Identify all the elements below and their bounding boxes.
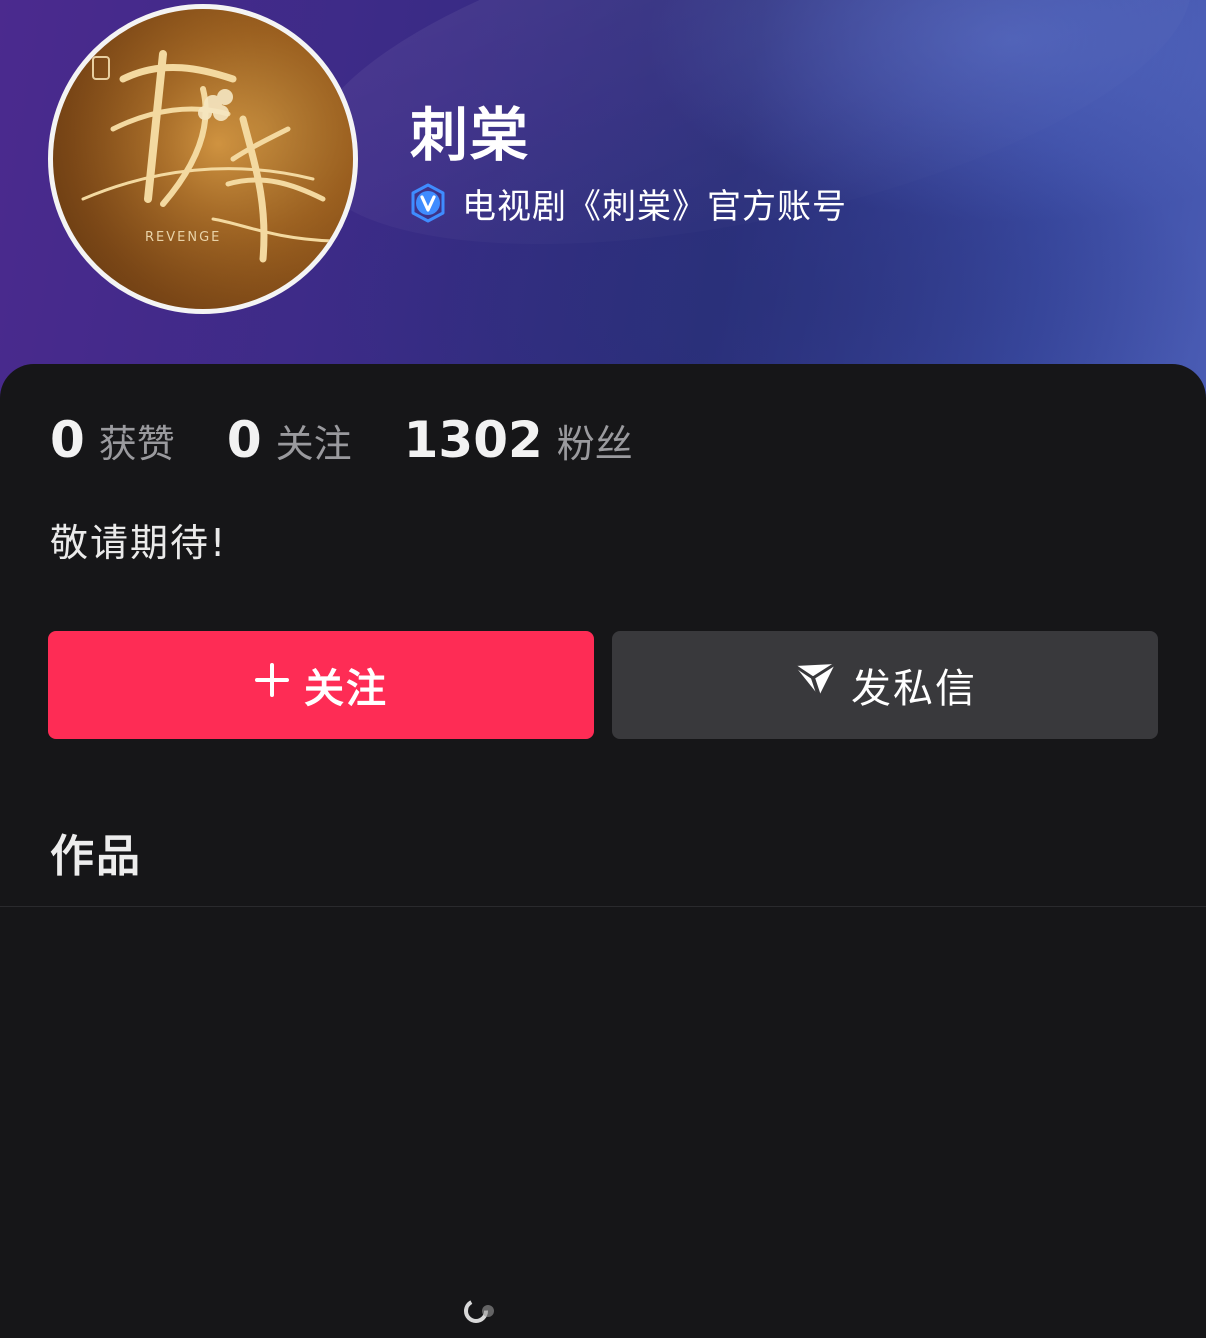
follow-button-label: 关注 <box>304 666 388 712</box>
stat-following-label: 关注 <box>275 422 352 466</box>
stat-followers-count: 1302 <box>403 411 543 469</box>
profile-panel <box>0 364 1206 1338</box>
section-divider <box>0 906 1206 907</box>
message-button[interactable]: 发私信 <box>612 631 1158 739</box>
avatar[interactable]: REVENGE <box>48 4 358 314</box>
profile-name: 刺棠 <box>410 101 531 169</box>
profile-stats: 0 获赞 0 关注 1302 粉丝 <box>50 410 685 470</box>
follow-button[interactable]: 关注 <box>48 631 594 739</box>
message-button-label: 发私信 <box>851 666 977 712</box>
stat-likes[interactable]: 0 获赞 <box>50 411 175 469</box>
works-section-title[interactable]: 作品 <box>50 820 142 884</box>
avatar-title-text: REVENGE <box>145 230 221 245</box>
stat-followers-label: 粉丝 <box>556 422 633 466</box>
paper-plane-icon <box>793 660 837 710</box>
stat-following[interactable]: 0 关注 <box>227 411 352 469</box>
avatar-calligraphy-logo: REVENGE <box>53 9 353 309</box>
verified-v-icon <box>408 183 448 223</box>
stat-likes-count: 0 <box>50 411 85 469</box>
loading-spinner-icon <box>462 1296 502 1326</box>
profile-bio: 敬请期待! <box>50 521 228 565</box>
verification-row: 电视剧《刺棠》官方账号 <box>408 180 847 227</box>
plus-icon <box>254 662 290 708</box>
stat-following-count: 0 <box>226 411 262 469</box>
verification-text: 电视剧《刺棠》官方账号 <box>462 186 847 227</box>
stat-followers[interactable]: 1302 粉丝 <box>404 411 633 469</box>
stat-likes-label: 获赞 <box>98 422 175 466</box>
